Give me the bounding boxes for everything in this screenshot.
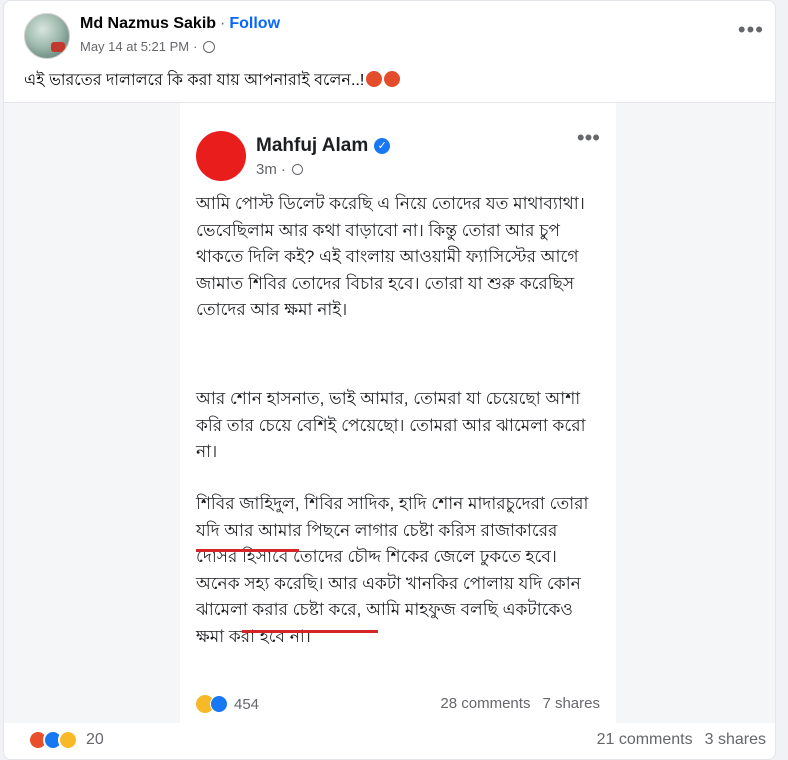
shared-meta-separator: · xyxy=(280,161,286,178)
globe-icon xyxy=(291,164,303,175)
post-card: Md Nazmus Sakib · Follow May 14 at 5:21 PM… xyxy=(3,0,776,760)
author-name[interactable]: Md Nazmus Sakib xyxy=(80,15,216,32)
red-underline-mark xyxy=(242,630,378,633)
post-footer: 20 21 comments 3 shares xyxy=(28,728,766,754)
shared-paragraph-3: শিবির জাহিদুল, শিবির সাদিক, হাদি শোন মাদ… xyxy=(196,494,589,646)
reaction-count[interactable]: 20 xyxy=(86,731,104,749)
shared-comments-count: 28 comments xyxy=(440,695,531,712)
angry-emoji-icon xyxy=(366,71,383,87)
shared-post-footer: 454 28 comments 7 shares xyxy=(196,693,600,717)
author-line: Md Nazmus Sakib · Follow xyxy=(80,15,280,33)
shared-post-meta: 3m · xyxy=(256,161,303,178)
shared-author-line: Mahfuj Alam ✓ xyxy=(256,135,391,157)
follow-button[interactable]: Follow xyxy=(229,15,280,32)
shared-paragraph-1: আমি পোস্ট ডিলেট করেছি এ নিয়ে তোদের যত ম… xyxy=(196,194,585,319)
globe-icon xyxy=(203,40,216,53)
sad-reaction-icon xyxy=(58,730,78,750)
shared-author-name: Mahfuj Alam xyxy=(256,135,369,156)
post-meta: May 14 at 5:21 PM · xyxy=(80,39,216,54)
shared-reactions: 454 xyxy=(196,695,259,713)
more-options-button[interactable]: ••• xyxy=(738,19,764,41)
verified-icon: ✓ xyxy=(374,138,391,154)
shared-author-avatar xyxy=(196,131,246,181)
shared-paragraph-2: আর শোন হাসনাত, ভাই আমার, তোমরা যা চেয়েছ… xyxy=(196,389,586,461)
shared-more-icon: ••• xyxy=(576,125,600,150)
shared-reaction-count: 454 xyxy=(234,695,260,713)
avatar-badge xyxy=(51,42,65,52)
caption-text: এই ভারতের দালালরে কি করা যায় আপনারাই বল… xyxy=(24,72,365,89)
meta-separator: · xyxy=(193,39,198,54)
red-underline-mark xyxy=(196,549,299,552)
post-image[interactable]: Mahfuj Alam ✓ 3m · ••• আমি পোস্ট ডিলেট ক… xyxy=(4,103,775,723)
shared-post-time: 3m xyxy=(256,161,277,178)
separator-dot: · xyxy=(220,15,226,32)
shared-post-screenshot: Mahfuj Alam ✓ 3m · ••• আমি পোস্ট ডিলেট ক… xyxy=(180,103,616,723)
shared-shares-count: 7 shares xyxy=(542,695,600,712)
author-avatar[interactable] xyxy=(24,13,70,59)
post-caption: এই ভারতের দালালরে কি করা যায় আপনারাই বল… xyxy=(24,67,401,94)
post-timestamp[interactable]: May 14 at 5:21 PM xyxy=(80,39,189,54)
reactions-summary[interactable]: 20 xyxy=(28,730,104,750)
shares-count[interactable]: 3 shares xyxy=(705,731,766,748)
shared-stats: 28 comments 7 shares xyxy=(440,695,600,712)
like-reaction-icon xyxy=(210,695,228,713)
angry-emoji-icon xyxy=(384,71,401,87)
comments-count[interactable]: 21 comments xyxy=(597,731,693,748)
engagement-stats: 21 comments 3 shares xyxy=(597,731,766,749)
post-header: Md Nazmus Sakib · Follow May 14 at 5:21 PM… xyxy=(24,13,764,59)
